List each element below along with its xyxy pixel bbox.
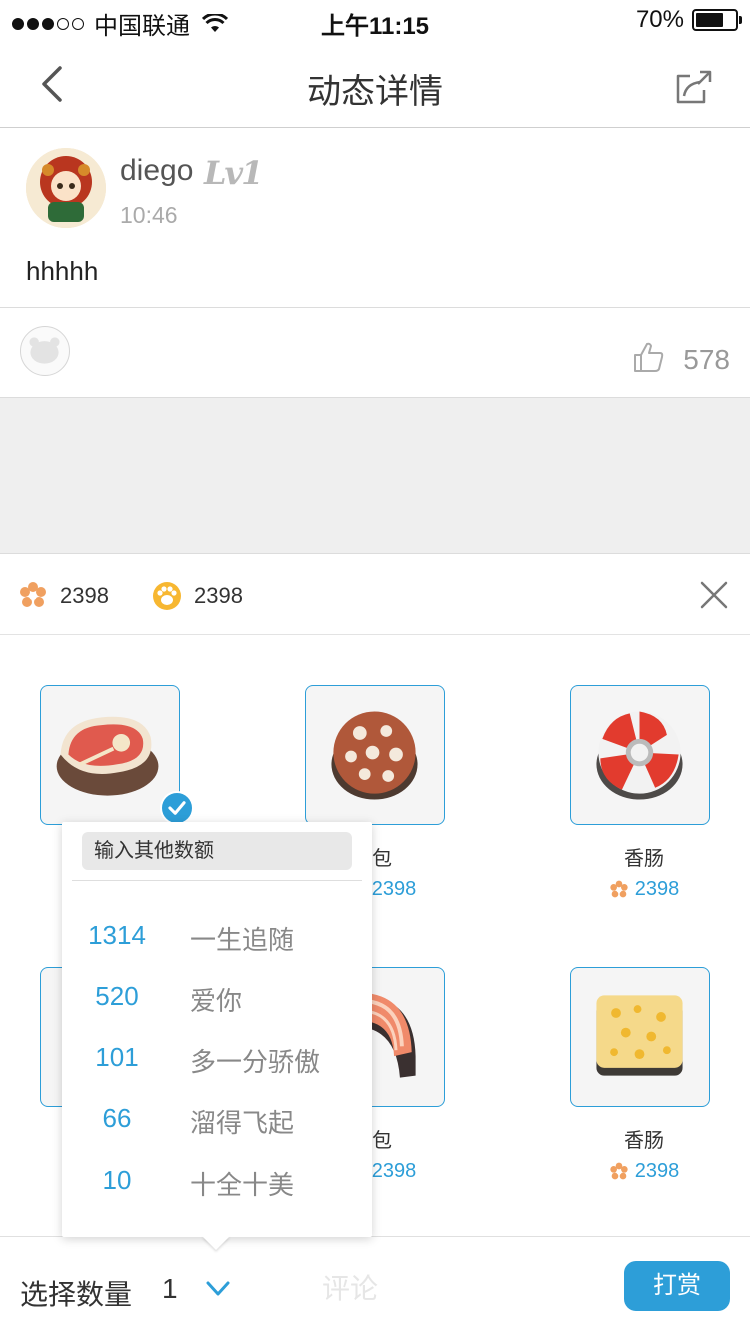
option-label: 溜得飞起 bbox=[190, 1108, 295, 1138]
gift-name: 香肠 bbox=[624, 848, 664, 870]
quantity-label: 选择数量 bbox=[20, 1279, 133, 1310]
paw-balance: 2398 bbox=[152, 581, 243, 611]
option-label: 一生追随 bbox=[190, 925, 295, 955]
balance-row: 2398 2398 bbox=[0, 555, 750, 635]
status-right: 70% bbox=[635, 6, 742, 34]
nav-bar: 动态详情 bbox=[0, 40, 750, 128]
steak-icon bbox=[56, 716, 159, 796]
battery-percent: 70% bbox=[635, 6, 684, 33]
gift-price-value: 2398 bbox=[371, 1160, 417, 1182]
gift-card-steak[interactable] bbox=[40, 685, 180, 825]
gift-price-value: 2398 bbox=[634, 878, 680, 900]
like-row: 578 bbox=[0, 308, 750, 398]
avatar-image bbox=[26, 148, 106, 228]
battery-icon bbox=[692, 9, 742, 31]
quantity-option[interactable]: 66 溜得飞起 bbox=[62, 1093, 372, 1143]
comment-hint: 评论 bbox=[322, 1273, 379, 1304]
paw-coin-icon bbox=[153, 582, 181, 610]
liker-avatar[interactable] bbox=[20, 326, 70, 376]
option-label: 多一分骄傲 bbox=[190, 1047, 321, 1077]
post-card: diego Lv1 10:46 hhhhh bbox=[0, 128, 750, 308]
bottom-bar: 评论 选择数量 1 打赏 bbox=[0, 1236, 750, 1334]
option-label: 十全十美 bbox=[190, 1170, 295, 1200]
flower-balance-value: 2398 bbox=[60, 583, 109, 608]
quantity-option[interactable]: 10 十全十美 bbox=[62, 1155, 372, 1205]
cheese-icon bbox=[596, 995, 683, 1076]
thumbs-up-icon[interactable] bbox=[632, 340, 666, 374]
gift-price-value: 2398 bbox=[371, 878, 417, 900]
share-icon[interactable] bbox=[674, 66, 714, 106]
quantity-option[interactable]: 520 爱你 bbox=[62, 971, 372, 1021]
popover-arrow bbox=[202, 1236, 230, 1250]
option-amount: 101 bbox=[95, 1042, 139, 1072]
bear-placeholder-icon bbox=[29, 337, 60, 364]
option-amount: 520 bbox=[95, 981, 139, 1011]
tip-button[interactable]: 打赏 bbox=[624, 1261, 730, 1311]
popover-divider bbox=[72, 880, 362, 881]
option-amount: 1314 bbox=[88, 920, 146, 950]
chevron-down-icon[interactable] bbox=[204, 1277, 232, 1301]
check-icon bbox=[160, 791, 194, 825]
flower-balance: 2398 bbox=[18, 581, 109, 611]
avatar[interactable] bbox=[26, 148, 106, 228]
paw-balance-value: 2398 bbox=[194, 583, 243, 608]
post-content: hhhhh bbox=[26, 256, 99, 286]
option-amount: 10 bbox=[102, 1165, 132, 1195]
custom-amount-input[interactable]: 输入其他数额 bbox=[82, 832, 352, 870]
gift-card-candy[interactable] bbox=[570, 685, 710, 825]
gift-card-cheese[interactable] bbox=[570, 967, 710, 1107]
quantity-option[interactable]: 1314 一生追随 bbox=[62, 910, 372, 960]
sausage-slice-icon bbox=[331, 711, 418, 800]
quantity-option[interactable]: 101 多一分骄傲 bbox=[62, 1032, 372, 1082]
option-label: 爱你 bbox=[190, 986, 243, 1016]
like-count: 578 bbox=[683, 344, 730, 375]
page-title: 动态详情 bbox=[307, 73, 443, 111]
post-time: 10:46 bbox=[120, 202, 178, 228]
flower-coin-icon bbox=[20, 582, 46, 607]
level-badge: Lv1 bbox=[204, 154, 263, 192]
gift-card-sausage[interactable] bbox=[305, 685, 445, 825]
empty-comments-area bbox=[0, 398, 750, 554]
status-bar: 中国联通 上午11:15 70% bbox=[0, 0, 750, 40]
gift-price-value: 2398 bbox=[634, 1160, 680, 1182]
quantity-popover: 输入其他数额 1314 一生追随 520 爱你 101 多一分骄傲 66 溜得飞… bbox=[62, 822, 372, 1237]
gift-price: 2398 bbox=[574, 1160, 714, 1183]
flower-coin-icon bbox=[610, 880, 628, 897]
username[interactable]: diego bbox=[120, 154, 193, 188]
option-amount: 66 bbox=[102, 1103, 132, 1133]
gift-name: 香肠 bbox=[624, 1130, 664, 1152]
candy-icon bbox=[596, 711, 683, 800]
quantity-value[interactable]: 1 bbox=[162, 1273, 178, 1305]
gift-price: 2398 bbox=[574, 878, 714, 901]
flower-coin-icon bbox=[610, 1162, 628, 1179]
close-icon[interactable] bbox=[696, 577, 732, 613]
